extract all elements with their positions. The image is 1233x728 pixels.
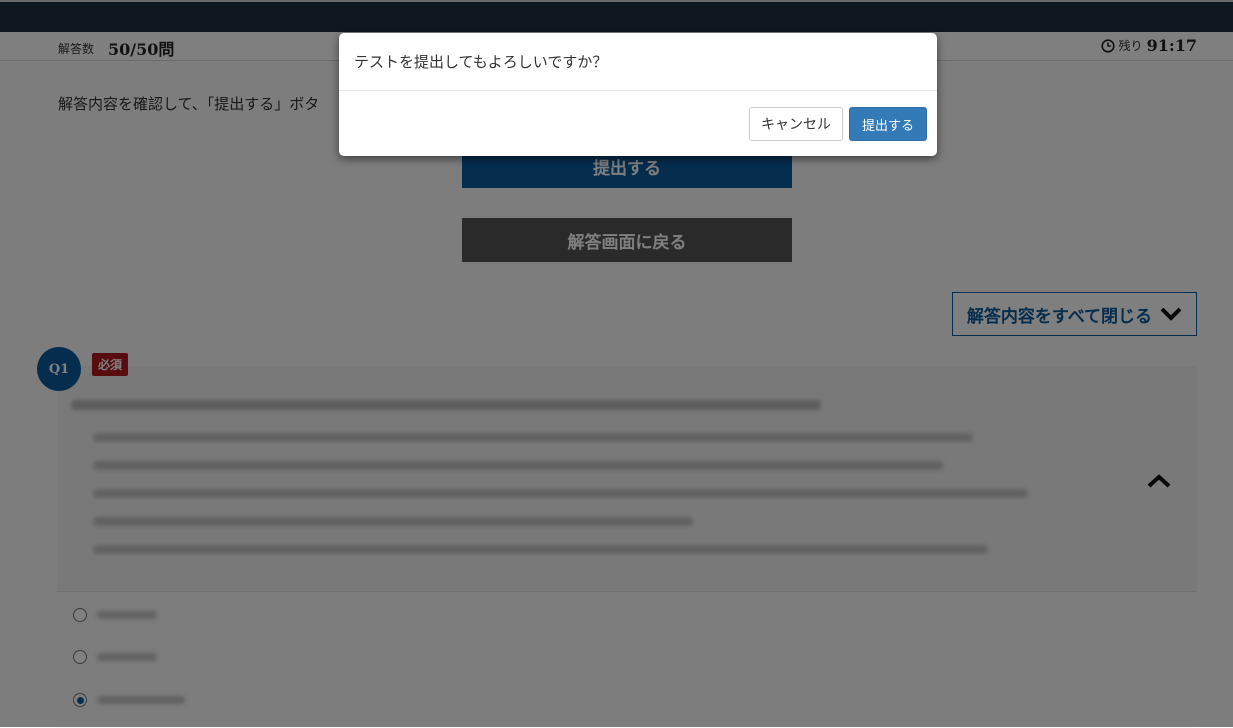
confirm-submit-button[interactable]: 提出する: [848, 107, 927, 141]
dialog-message: テストを提出してもよろしいですか？: [339, 33, 937, 91]
confirm-dialog: テストを提出してもよろしいですか？ キャンセル 提出する: [339, 33, 937, 156]
cancel-button[interactable]: キャンセル: [748, 107, 843, 141]
dialog-footer: キャンセル 提出する: [748, 107, 927, 141]
